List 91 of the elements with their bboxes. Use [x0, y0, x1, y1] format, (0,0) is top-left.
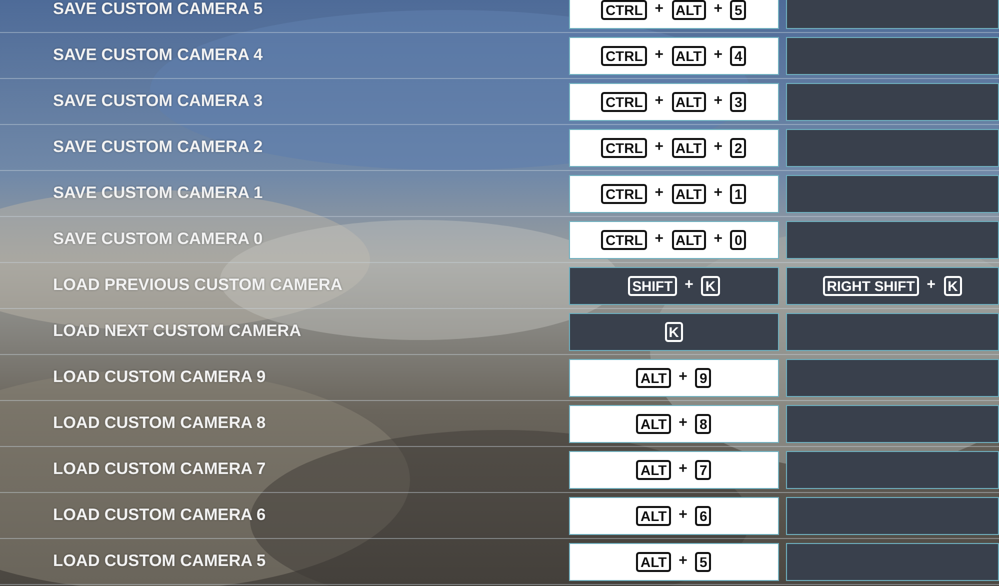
key-cap: ALT	[672, 46, 706, 66]
key-cap: SHIFT	[628, 276, 677, 296]
plus-sign: +	[678, 459, 688, 480]
key-cap: CTRL	[601, 0, 647, 20]
action-label: SAVE CUSTOM CAMERA 1	[52, 183, 264, 204]
key-cap: K	[944, 276, 962, 296]
key-cap: ALT	[672, 0, 706, 20]
binding-slot[interactable]: K	[569, 312, 779, 350]
key-cap: K	[701, 276, 720, 296]
binding-slot[interactable]	[786, 36, 999, 74]
key-cap: K	[664, 322, 683, 342]
action-label: SAVE CUSTOM CAMERA 0	[52, 229, 264, 250]
binding-slot[interactable]: ALT + 6	[569, 496, 779, 534]
binding-slot[interactable]	[786, 542, 999, 580]
plus-sign: +	[678, 413, 688, 434]
action-label: LOAD CUSTOM CAMERA 7	[52, 459, 267, 480]
key-cap: 0	[730, 230, 746, 250]
plus-sign: +	[654, 0, 664, 20]
key-cap: 7	[695, 460, 712, 480]
binding-slot[interactable]: CTRL + ALT + 3	[569, 82, 779, 120]
binding-slot[interactable]	[786, 0, 999, 28]
key-cap: ALT	[636, 460, 671, 480]
plus-sign: +	[714, 45, 722, 66]
key-cap: ALT	[672, 230, 706, 250]
key-cap: CTRL	[601, 230, 647, 250]
key-cap: RIGHT SHIFT	[822, 276, 919, 296]
binding-slot[interactable]	[786, 220, 999, 258]
binding-slot[interactable]	[786, 450, 999, 488]
plus-sign: +	[678, 367, 688, 388]
key-cap: CTRL	[601, 184, 647, 204]
key-cap: 9	[695, 368, 712, 388]
action-label: LOAD CUSTOM CAMERA 5	[52, 551, 267, 572]
key-cap: ALT	[672, 184, 706, 204]
binding-slot[interactable]: CTRL + ALT + 4	[569, 36, 779, 74]
binding-slot[interactable]: ALT + 5	[569, 542, 779, 580]
binding-slot[interactable]	[786, 82, 999, 120]
plus-sign: +	[714, 137, 722, 158]
plus-sign: +	[684, 275, 694, 296]
plus-sign: +	[714, 229, 722, 250]
plus-sign: +	[926, 275, 936, 296]
key-cap: CTRL	[601, 46, 647, 66]
plus-sign: +	[654, 45, 664, 66]
action-label: LOAD CUSTOM CAMERA 9	[52, 367, 267, 388]
binding-slot[interactable]: CTRL + ALT + 2	[569, 128, 779, 166]
key-cap: ALT	[636, 368, 671, 388]
key-cap: 2	[730, 138, 746, 158]
plus-sign: +	[678, 505, 688, 526]
plus-sign: +	[714, 183, 722, 204]
binding-slot[interactable]	[786, 312, 999, 350]
key-cap: 5	[695, 552, 712, 572]
action-label: SAVE CUSTOM CAMERA 4	[52, 45, 264, 66]
key-cap: ALT	[672, 138, 706, 158]
key-cap: ALT	[636, 552, 671, 572]
plus-sign: +	[678, 551, 688, 572]
plus-sign: +	[654, 229, 664, 250]
binding-slot[interactable]: ALT + 8	[569, 404, 779, 442]
binding-slot[interactable]: CTRL + ALT + 5	[569, 0, 779, 28]
plus-sign: +	[714, 0, 722, 20]
key-cap: 1	[730, 184, 746, 204]
action-label: SAVE CUSTOM CAMERA 3	[52, 91, 264, 112]
binding-slot[interactable]: SHIFT + K	[569, 266, 779, 304]
action-label: SAVE CUSTOM CAMERA 5	[52, 0, 264, 20]
action-label: LOAD CUSTOM CAMERA 8	[52, 413, 267, 434]
action-label: LOAD NEXT CUSTOM CAMERA	[52, 321, 302, 342]
plus-sign: +	[714, 91, 722, 112]
key-cap: 6	[695, 506, 712, 526]
action-label: SAVE CUSTOM CAMERA 2	[52, 137, 264, 158]
key-cap: 4	[730, 46, 746, 66]
plus-sign: +	[654, 183, 664, 204]
binding-slot[interactable]	[786, 174, 999, 212]
binding-slot[interactable]: RIGHT SHIFT + K	[786, 266, 999, 304]
key-cap: 3	[730, 92, 746, 112]
key-cap: 5	[730, 0, 746, 20]
binding-slot[interactable]	[786, 128, 999, 166]
key-cap: ALT	[636, 414, 671, 434]
plus-sign: +	[654, 91, 664, 112]
binding-slot[interactable]	[786, 496, 999, 534]
action-label: LOAD PREVIOUS CUSTOM CAMERA	[52, 275, 344, 296]
binding-slot[interactable]: CTRL + ALT + 0	[569, 220, 779, 258]
binding-slot[interactable]: CTRL + ALT + 1	[569, 174, 779, 212]
plus-sign: +	[654, 137, 664, 158]
key-cap: CTRL	[601, 92, 647, 112]
key-cap: ALT	[672, 92, 706, 112]
binding-slot[interactable]: ALT + 7	[569, 450, 779, 488]
binding-slot[interactable]	[786, 404, 999, 442]
key-cap: ALT	[636, 506, 671, 526]
action-label: LOAD CUSTOM CAMERA 6	[52, 505, 267, 526]
binding-slot[interactable]: ALT + 9	[569, 358, 779, 396]
key-cap: 8	[695, 414, 712, 434]
binding-slot[interactable]	[786, 358, 999, 396]
key-cap: CTRL	[601, 138, 647, 158]
